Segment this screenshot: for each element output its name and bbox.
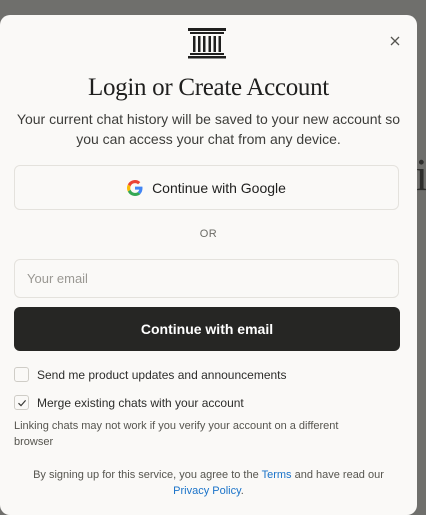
legal-suffix: . (240, 485, 244, 497)
privacy-policy-link[interactable]: Privacy Policy (173, 485, 241, 497)
email-input[interactable] (14, 259, 399, 298)
pillar-logo-icon (188, 28, 226, 59)
merge-chats-checkbox[interactable] (14, 395, 29, 410)
terms-link[interactable]: Terms (262, 469, 292, 481)
check-icon (17, 399, 26, 406)
merge-chats-label: Merge existing chats with your account (37, 395, 244, 410)
modal-title: Login or Create Account (88, 74, 329, 101)
modal-subtitle: Your current chat history will be saved … (16, 111, 401, 147)
product-updates-checkbox[interactable] (14, 367, 29, 382)
legal-text: By signing up for this service, you agre… (14, 467, 403, 499)
product-updates-option[interactable]: Send me product updates and announcement… (14, 367, 287, 382)
close-button[interactable] (387, 33, 403, 49)
legal-middle: and have read our (294, 469, 384, 481)
close-icon (390, 36, 400, 46)
login-modal: Login or Create Account Your current cha… (0, 15, 417, 515)
linking-note: Linking chats may not work if you verify… (14, 420, 339, 448)
email-button-label: Continue with email (140, 321, 274, 337)
google-icon (127, 179, 143, 196)
merge-chats-option[interactable]: Merge existing chats with your account (14, 395, 244, 410)
product-updates-label: Send me product updates and announcement… (37, 367, 287, 382)
google-button-label: Continue with Google (152, 179, 286, 196)
continue-with-google-button[interactable]: Continue with Google (14, 165, 399, 210)
or-divider: OR (199, 228, 218, 240)
continue-with-email-button[interactable]: Continue with email (14, 307, 400, 351)
legal-prefix: By signing up for this service, you agre… (33, 469, 259, 481)
